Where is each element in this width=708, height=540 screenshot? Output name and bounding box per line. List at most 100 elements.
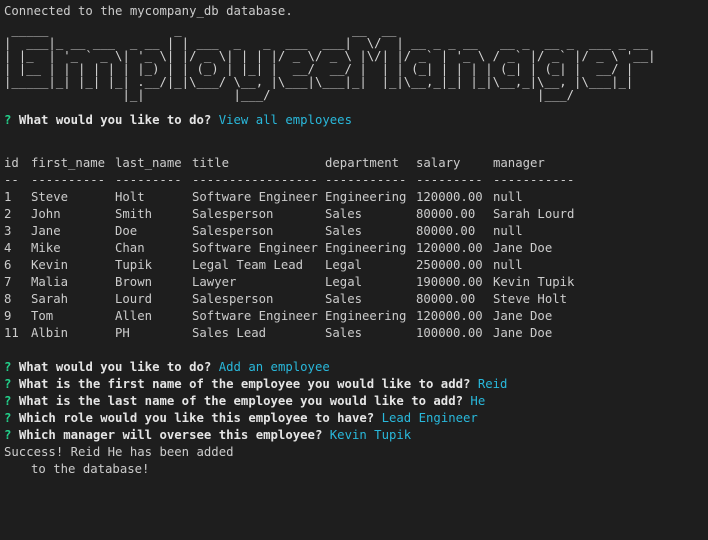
cell-title: Lawyer [192,275,237,289]
terminal-output[interactable]: Connected to the mycompany_db database. … [0,0,708,540]
banner-line: |_____|_| |_| |_| .__/|_|\___/ \__, |\__… [4,75,634,89]
cell-first-name: Tom [31,309,54,323]
cell-manager: Kevin Tupik [493,275,575,289]
cell-id: 6 [4,258,12,272]
cell-last-name: PH [115,326,130,340]
cell-last-name: Brown [115,275,153,289]
table-row: 6 Kevin Tupik Legal Team Lead Legal 2500… [4,257,593,274]
success-message-continued: to the database! [31,462,150,476]
cell-last-name: Doe [115,224,138,238]
prompt-line: ? Which role would you like this employe… [4,410,708,427]
cell-first-name: John [31,207,61,221]
banner-line: |_| |___/ |___/ [4,88,575,102]
cell-manager: Steve Holt [493,292,568,306]
cell-manager: null [493,224,523,238]
cell-manager: null [493,258,523,272]
column-header: id [4,156,19,170]
success-message: Success! Reid He has been added [4,445,234,459]
divider: ---------- [31,173,106,187]
cell-salary: 250000.00 [416,258,483,272]
cell-last-name: Allen [115,309,153,323]
cell-id: 11 [4,326,19,340]
prompt-answer: View all employees [218,113,352,127]
cell-salary: 80000.00 [416,292,476,306]
cell-id: 4 [4,241,12,255]
prompt-marker: ? [4,113,12,127]
column-header: last_name [115,156,182,170]
prompt-line: ? What is the first name of the employee… [4,376,708,393]
cell-first-name: Steve [31,190,69,204]
prompt-question: What would you like to do? [18,360,212,374]
cell-department: Sales [325,326,363,340]
cell-title: Sales Lead [192,326,267,340]
cell-salary: 190000.00 [416,275,483,289]
cell-id: 8 [4,292,12,306]
table-row: 3 Jane Doe Salesperson Sales 80000.00 nu… [4,223,593,240]
divider: --------- [115,173,182,187]
column-header: department [325,156,400,170]
banner-line: | ___|_ __ ___ _ __ | | ___ _ _ ___ ___|… [4,36,649,50]
column-header: first_name [31,156,106,170]
prompt-marker: ? [4,394,12,408]
divider: ----------------- [192,173,318,187]
cell-title: Salesperson [192,224,274,238]
table-row: 9 Tom Allen Software Engineer Engineerin… [4,308,593,325]
cell-manager: null [493,190,523,204]
cell-id: 2 [4,207,12,221]
divider: -- [4,173,19,187]
cell-salary: 120000.00 [416,190,483,204]
cell-last-name: Tupik [115,258,153,272]
table-row: 2 John Smith Salesperson Sales 80000.00 … [4,206,593,223]
cell-last-name: Holt [115,190,145,204]
prompt-answer: Add an employee [218,360,330,374]
table-body: 1 Steve Holt Software Engineer Engineeri… [4,189,593,342]
cell-manager: Jane Doe [493,241,553,255]
table-row: 1 Steve Holt Software Engineer Engineeri… [4,189,593,206]
divider: --------- [416,173,483,187]
employee-manager-banner: _____ _ __ __ | ___|_ __ ___ _ __ | | __… [4,24,708,102]
prompt-question: What is the last name of the employee yo… [18,394,464,408]
cell-id: 9 [4,309,12,323]
cell-department: Sales [325,292,363,306]
employees-table: id first_name last_name title department… [4,155,593,342]
employees-table-wrap: id first_name last_name title department… [4,155,708,342]
prompt-answer: Kevin Tupik [329,428,412,442]
table-header-row: id first_name last_name title department… [4,155,593,172]
prompt-line: ? What is the last name of the employee … [4,393,708,410]
cell-id: 1 [4,190,12,204]
cell-title: Salesperson [192,292,274,306]
banner-line: | |_ | '_ ` _ \| '_ \| |/ _ \| | | |/ _ … [4,49,656,63]
prompt-marker: ? [4,377,12,391]
cell-title: Software Engineer [192,309,318,323]
prompt-question: Which role would you like this employee … [18,411,375,425]
cell-department: Engineering [325,241,407,255]
prompt-line: ? What would you like to do? View all em… [4,112,708,129]
cell-title: Software Engineer [192,241,318,255]
prompt-answer: Lead Engineer [381,411,478,425]
cell-salary: 80000.00 [416,224,476,238]
cell-manager: Sarah Lourd [493,207,575,221]
column-header: title [192,156,230,170]
cell-id: 3 [4,224,12,238]
prompt-answer: Reid [477,377,508,391]
connection-status: Connected to the mycompany_db database. [4,4,293,18]
cell-salary: 100000.00 [416,326,483,340]
cell-department: Engineering [325,190,407,204]
cell-salary: 120000.00 [416,241,483,255]
banner-line: _____ _ __ __ [4,23,397,37]
column-header: manager [493,156,545,170]
cell-title: Salesperson [192,207,274,221]
cell-first-name: Jane [31,224,61,238]
cell-first-name: Kevin [31,258,69,272]
divider: ----------- [325,173,407,187]
table-row: 8 Sarah Lourd Salesperson Sales 80000.00… [4,291,593,308]
cell-manager: Jane Doe [493,326,553,340]
banner-line: | |__ | | | | | | |_) | | (_) | |_| | __… [4,62,634,76]
cell-first-name: Mike [31,241,61,255]
prompt-answer: He [470,394,486,408]
table-row: 7 Malia Brown Lawyer Legal 190000.00 Kev… [4,274,593,291]
prompt-question: What is the first name of the employee y… [18,377,471,391]
table-row: 11 Albin PH Sales Lead Sales 100000.00 J… [4,325,593,342]
cell-department: Sales [325,224,363,238]
